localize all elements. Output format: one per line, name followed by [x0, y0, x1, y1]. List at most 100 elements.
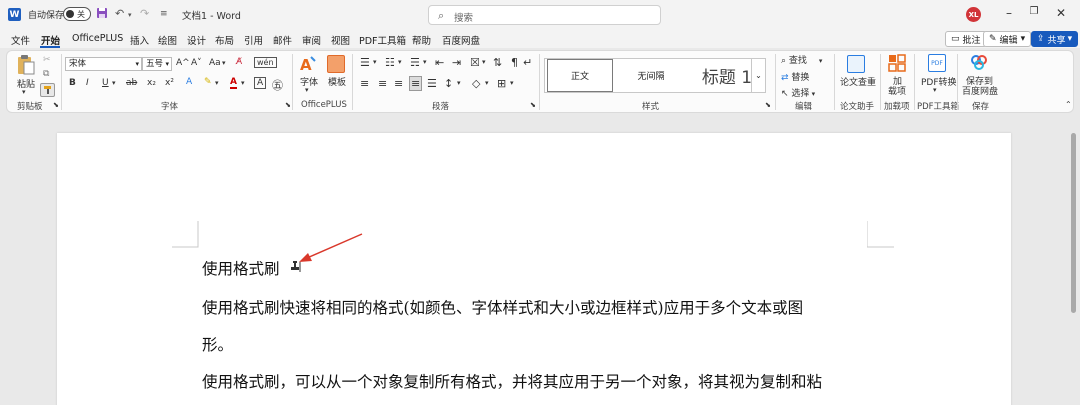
tab-view[interactable]: 视图	[331, 33, 350, 47]
strikethrough-icon[interactable]: ab	[126, 78, 137, 88]
phonetic-guide-icon[interactable]: wén	[254, 57, 277, 68]
text-effects-icon[interactable]: A	[186, 77, 192, 87]
chevron-down-icon[interactable]: ▾	[510, 79, 514, 87]
essay-check-label[interactable]: 论文查重	[840, 75, 876, 88]
chevron-down-icon[interactable]: ▾	[485, 79, 489, 87]
save-icon[interactable]	[96, 7, 108, 19]
font-tool-icon[interactable]: A	[299, 55, 317, 74]
font-name-select[interactable]: 宋体 ▾	[65, 57, 142, 71]
superscript-icon[interactable]: x²	[165, 78, 174, 88]
character-shading-icon[interactable]: A	[254, 77, 267, 89]
format-painter-icon[interactable]	[40, 83, 55, 97]
chinese-layout-icon[interactable]: ☒	[470, 56, 480, 69]
show-marks-icon[interactable]: ¶	[511, 56, 518, 69]
tab-draw[interactable]: 绘图	[158, 33, 177, 47]
close-icon[interactable]: ✕	[1052, 6, 1070, 20]
paste-icon[interactable]	[16, 54, 36, 79]
chevron-down-icon[interactable]: ▾	[398, 58, 402, 66]
doc-paragraph-2[interactable]: 使用格式刷快速将相同的格式(如颜色、字体样式和大小或边框样式)应用于多个文本或图	[202, 296, 803, 318]
chevron-down-icon[interactable]: ▾	[112, 79, 116, 87]
tab-help[interactable]: 帮助	[412, 33, 431, 47]
distributed-icon[interactable]: ☰	[427, 77, 437, 90]
align-left-icon[interactable]: ≡	[360, 77, 369, 90]
change-case-icon[interactable]: Aa	[209, 58, 221, 68]
redo-icon[interactable]: ↷	[140, 7, 149, 20]
autosave-toggle[interactable]: 关	[63, 7, 91, 21]
numbering-icon[interactable]: ☷	[385, 56, 395, 69]
enclose-characters-icon[interactable]: ㊄	[272, 77, 283, 93]
undo-icon[interactable]: ↶	[115, 7, 124, 20]
template-label[interactable]: 模板	[328, 75, 346, 88]
vertical-scrollbar[interactable]	[1071, 133, 1076, 313]
paste-label[interactable]: 粘贴	[17, 77, 35, 90]
tab-design[interactable]: 设计	[187, 33, 206, 47]
tab-references[interactable]: 引用	[244, 33, 263, 47]
editing-mode-button[interactable]: ✎ 编辑 ▾	[983, 31, 1032, 47]
borders-icon[interactable]: ⊞	[497, 77, 506, 90]
style-no-spacing[interactable]: 无间隔	[617, 59, 685, 92]
customize-qat-icon[interactable]: ≡	[160, 9, 168, 19]
dialog-launcher-icon[interactable]: ⬊	[285, 101, 291, 109]
copy-icon[interactable]: ⧉	[43, 69, 49, 79]
doc-paragraph-4[interactable]: 使用格式刷，可以从一个对象复制所有格式，并将其应用于另一个对象，将其视为复制和粘	[202, 370, 822, 392]
align-center-icon[interactable]: ≡	[378, 77, 387, 90]
addins-icon[interactable]	[888, 54, 906, 72]
italic-icon[interactable]: I	[86, 78, 89, 88]
tab-review[interactable]: 审阅	[302, 33, 321, 47]
pdf-convert-icon[interactable]: PDF	[928, 54, 946, 72]
font-size-select[interactable]: 五号 ▾	[142, 57, 172, 71]
undo-dropdown-icon[interactable]: ▾	[128, 11, 132, 19]
chevron-down-icon[interactable]: ▾	[933, 86, 937, 94]
subscript-icon[interactable]: x₂	[147, 78, 156, 88]
find-button[interactable]: ⌕ 查找 ▾	[781, 53, 822, 66]
shrink-font-icon[interactable]: A˅	[191, 58, 202, 68]
line-spacing-icon[interactable]: ↕	[444, 77, 453, 90]
document-page[interactable]	[57, 133, 1011, 405]
shading-icon[interactable]: ◇	[472, 77, 480, 90]
chevron-down-icon[interactable]: ▾	[305, 86, 309, 94]
chevron-down-icon[interactable]: ▾	[482, 58, 486, 66]
chevron-down-icon[interactable]: ▾	[22, 88, 26, 96]
tab-baidu-netdisk[interactable]: 百度网盘	[442, 33, 480, 47]
select-button[interactable]: ↖ 选择 ▾	[781, 86, 815, 99]
dialog-launcher-icon[interactable]: ⬊	[53, 101, 59, 109]
baidu-netdisk-icon[interactable]	[970, 53, 988, 71]
tab-insert[interactable]: 插入	[130, 33, 149, 47]
sort-icon[interactable]: ⇅	[493, 56, 502, 69]
cut-icon[interactable]: ✂	[43, 55, 51, 65]
dialog-launcher-icon[interactable]: ⬊	[530, 101, 536, 109]
tab-file[interactable]: 文件	[11, 33, 30, 47]
align-right-icon[interactable]: ≡	[394, 77, 403, 90]
font-tool-label[interactable]: 字体	[300, 75, 318, 88]
doc-paragraph-1[interactable]: 使用格式刷	[202, 257, 280, 279]
chevron-down-icon[interactable]: ▾	[222, 59, 226, 67]
dialog-launcher-icon[interactable]: ⬊	[765, 101, 771, 109]
tab-mailings[interactable]: 邮件	[273, 33, 292, 47]
essay-check-icon[interactable]	[847, 55, 865, 73]
font-color-icon[interactable]: A	[230, 77, 237, 89]
comments-button[interactable]: ▭ 批注	[945, 31, 987, 47]
multilevel-list-icon[interactable]: ☴	[410, 56, 420, 69]
grow-font-icon[interactable]: A^	[176, 58, 190, 68]
search-box[interactable]: ⌕ 搜索	[428, 5, 661, 25]
increase-indent-icon[interactable]: ⇥	[452, 56, 461, 69]
save-netdisk-label-2[interactable]: 百度网盘	[962, 84, 998, 97]
highlight-icon[interactable]: ✎	[204, 77, 212, 87]
tab-layout[interactable]: 布局	[215, 33, 234, 47]
chevron-down-icon[interactable]: ▾	[457, 79, 461, 87]
chevron-down-icon[interactable]: ▾	[241, 79, 245, 87]
decrease-indent-icon[interactable]: ⇤	[435, 56, 444, 69]
bold-icon[interactable]: B	[69, 78, 76, 88]
collapse-ribbon-icon[interactable]: ⌃	[1065, 100, 1072, 109]
styles-more-icon[interactable]: ⌄	[751, 58, 766, 93]
chevron-down-icon[interactable]: ▾	[215, 79, 219, 87]
justify-icon[interactable]: ≡	[409, 76, 423, 91]
style-normal[interactable]: 正文	[547, 59, 613, 92]
avatar[interactable]: XL	[966, 7, 981, 22]
tab-officeplus[interactable]: OfficePLUS	[72, 33, 123, 44]
addins-label-2[interactable]: 载项	[888, 84, 906, 97]
chevron-down-icon[interactable]: ▾	[423, 58, 427, 66]
pdf-convert-label[interactable]: PDF转换	[921, 75, 957, 88]
bullets-icon[interactable]: ☰	[360, 56, 370, 69]
asian-typography-icon[interactable]: ↵	[523, 56, 532, 69]
